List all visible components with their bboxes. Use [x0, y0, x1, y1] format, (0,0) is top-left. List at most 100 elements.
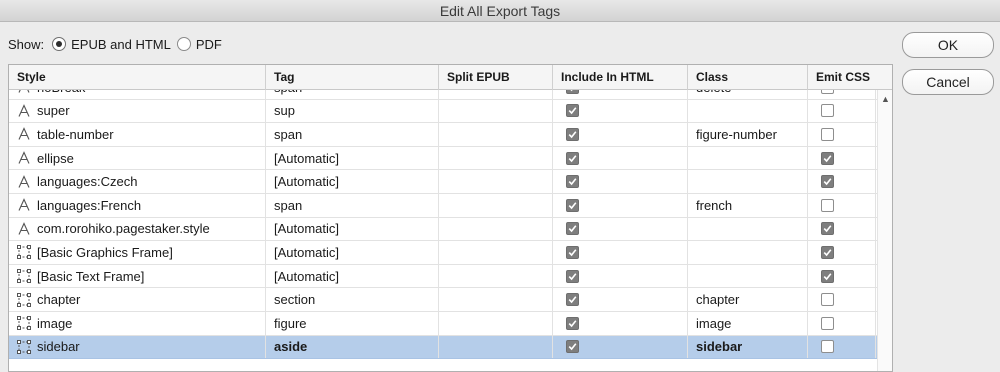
table-row[interactable]: super sup	[9, 99, 877, 124]
split-epub-cell[interactable]	[439, 123, 553, 146]
radio-unselected-icon[interactable]	[176, 37, 191, 51]
vertical-scrollbar[interactable]: ▲	[877, 90, 892, 371]
show-epub-html-radio[interactable]: EPUB and HTML	[52, 37, 171, 52]
include-html-checkbox[interactable]	[566, 245, 579, 259]
tag-cell[interactable]: [Automatic]	[266, 170, 439, 193]
table-row[interactable]: chapter section chapter	[9, 288, 877, 312]
tag-cell[interactable]: aside	[266, 335, 439, 359]
split-epub-cell[interactable]	[439, 335, 553, 359]
include-html-checkbox[interactable]	[566, 316, 579, 330]
emit-css-checkbox[interactable]	[821, 198, 834, 212]
split-epub-cell[interactable]	[439, 146, 553, 170]
emit-css-checkbox[interactable]	[821, 269, 834, 283]
include-html-checkbox[interactable]	[566, 340, 579, 354]
cancel-button[interactable]: Cancel	[902, 69, 994, 95]
style-cell: [Basic Text Frame]	[9, 264, 266, 288]
tag-cell[interactable]: [Automatic]	[266, 264, 439, 288]
column-header-split-epub[interactable]: Split EPUB	[439, 65, 553, 90]
split-epub-cell[interactable]	[439, 217, 553, 241]
split-epub-cell[interactable]	[439, 99, 553, 123]
table-row[interactable]: [Basic Graphics Frame] [Automatic]	[9, 241, 877, 265]
tag-cell[interactable]: [Automatic]	[266, 217, 439, 241]
column-header-emit-css[interactable]: Emit CSS	[808, 65, 876, 90]
table-row[interactable]: languages:Czech [Automatic]	[9, 170, 877, 194]
style-cell: noBreak	[9, 90, 266, 99]
include-html-cell	[553, 264, 688, 288]
split-epub-cell[interactable]	[439, 193, 553, 217]
emit-css-checkbox[interactable]	[821, 151, 834, 165]
tag-cell[interactable]: span	[266, 193, 439, 217]
include-html-checkbox[interactable]	[566, 293, 579, 307]
column-header-tag[interactable]: Tag	[266, 65, 439, 90]
include-html-checkbox[interactable]	[566, 269, 579, 283]
column-header-class[interactable]: Class	[688, 65, 808, 90]
style-cell: com.rorohiko.pagestaker.style	[9, 217, 266, 241]
emit-css-checkbox[interactable]	[821, 316, 834, 330]
include-html-checkbox[interactable]	[566, 127, 579, 141]
emit-css-checkbox[interactable]	[821, 293, 834, 307]
emit-css-checkbox[interactable]	[821, 175, 834, 189]
emit-css-cell	[808, 264, 876, 288]
split-epub-cell[interactable]	[439, 90, 553, 99]
split-epub-cell[interactable]	[439, 288, 553, 311]
style-cell: languages:Czech	[9, 170, 266, 193]
include-html-checkbox[interactable]	[566, 151, 579, 165]
emit-css-checkbox[interactable]	[821, 245, 834, 259]
style-cell: super	[9, 99, 266, 123]
class-cell[interactable]: french	[688, 193, 808, 217]
class-cell[interactable]	[688, 146, 808, 170]
emit-css-checkbox[interactable]	[821, 90, 834, 94]
include-html-checkbox[interactable]	[566, 175, 579, 189]
style-cell: table-number	[9, 123, 266, 146]
style-cell: languages:French	[9, 193, 266, 217]
include-html-checkbox[interactable]	[566, 198, 579, 212]
class-cell[interactable]: chapter	[688, 288, 808, 311]
scroll-up-arrow-icon[interactable]: ▲	[881, 94, 890, 104]
tag-cell[interactable]: span	[266, 123, 439, 146]
tag-cell[interactable]: section	[266, 288, 439, 311]
column-header-include-html[interactable]: Include In HTML	[553, 65, 688, 90]
table-row[interactable]: image figure image	[9, 311, 877, 336]
tag-cell[interactable]: span	[266, 90, 439, 99]
emit-css-checkbox[interactable]	[821, 104, 834, 118]
include-html-checkbox[interactable]	[566, 104, 579, 118]
table-row[interactable]: sidebar aside sidebar	[9, 335, 877, 360]
split-epub-cell[interactable]	[439, 311, 553, 335]
include-html-checkbox[interactable]	[566, 90, 579, 94]
column-header-style[interactable]: Style	[9, 65, 266, 90]
show-pdf-radio[interactable]: PDF	[176, 37, 222, 52]
tag-cell[interactable]: [Automatic]	[266, 241, 439, 264]
include-html-checkbox[interactable]	[566, 222, 579, 236]
class-cell[interactable]	[688, 217, 808, 241]
style-name: [Basic Text Frame]	[37, 268, 145, 284]
table-row[interactable]: languages:French span french	[9, 193, 877, 218]
class-cell[interactable]	[688, 99, 808, 123]
table-row[interactable]: noBreak span delete	[9, 90, 877, 100]
tag-cell[interactable]: figure	[266, 311, 439, 335]
class-cell[interactable]	[688, 170, 808, 193]
split-epub-cell[interactable]	[439, 264, 553, 288]
class-cell[interactable]: image	[688, 311, 808, 335]
emit-css-checkbox[interactable]	[821, 222, 834, 236]
class-cell[interactable]: sidebar	[688, 335, 808, 359]
class-cell[interactable]	[688, 241, 808, 264]
class-cell[interactable]: delete	[688, 90, 808, 99]
radio-selected-icon[interactable]	[52, 37, 67, 51]
style-cell: [Basic Graphics Frame]	[9, 241, 266, 264]
table-row[interactable]: ellipse [Automatic]	[9, 146, 877, 171]
tag-cell[interactable]: [Automatic]	[266, 146, 439, 170]
class-cell[interactable]	[688, 264, 808, 288]
tag-cell[interactable]: sup	[266, 99, 439, 123]
table-row[interactable]: com.rorohiko.pagestaker.style [Automatic]	[9, 217, 877, 242]
emit-css-checkbox[interactable]	[821, 127, 834, 141]
ok-button[interactable]: OK	[902, 32, 994, 58]
table-row[interactable]: [Basic Text Frame] [Automatic]	[9, 264, 877, 289]
split-epub-cell[interactable]	[439, 241, 553, 264]
class-cell[interactable]: figure-number	[688, 123, 808, 146]
show-label: Show:	[8, 36, 45, 52]
table-row[interactable]: table-number span figure-number	[9, 123, 877, 147]
style-name: com.rorohiko.pagestaker.style	[37, 221, 210, 237]
emit-css-checkbox[interactable]	[821, 340, 834, 354]
split-epub-cell[interactable]	[439, 170, 553, 193]
include-html-cell	[553, 146, 688, 170]
